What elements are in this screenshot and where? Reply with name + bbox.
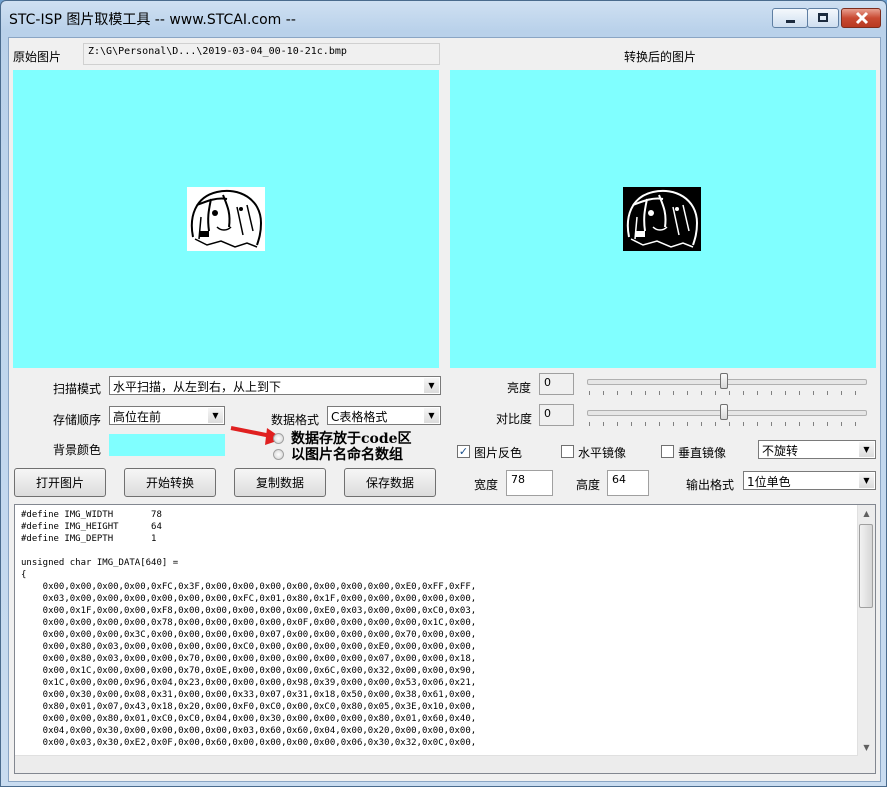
contrast-slider-thumb[interactable]	[720, 404, 728, 420]
scan-mode-value: 水平扫描，从左到右，从上到下	[113, 380, 282, 394]
horizontal-scrollbar[interactable]	[15, 755, 858, 773]
save-data-button[interactable]: 保存数据	[344, 468, 436, 497]
image-path-field: Z:\G\Personal\D...\2019-03-04_00-10-21c.…	[83, 43, 440, 65]
data-format-value: C表格格式	[331, 410, 388, 424]
maximize-icon	[818, 13, 828, 22]
chevron-down-icon: ▼	[859, 473, 874, 488]
title-bar: STC-ISP 图片取模工具 -- www.STCAI.com --	[1, 1, 886, 35]
minimize-icon	[786, 20, 795, 23]
close-button[interactable]	[841, 8, 881, 28]
horizontal-mirror-checkbox[interactable]	[561, 445, 574, 458]
vertical-scrollbar[interactable]: ▲ ▼	[857, 505, 875, 773]
converted-image-label: 转换后的图片	[624, 50, 697, 64]
output-format-select[interactable]: 1位单色 ▼	[743, 471, 876, 490]
chevron-down-icon: ▼	[859, 442, 874, 457]
brightness-label: 亮度	[507, 381, 532, 395]
contrast-value: 0	[539, 404, 574, 426]
scrollbar-thumb[interactable]	[859, 524, 873, 608]
width-label: 宽度	[474, 478, 499, 492]
vertical-mirror-checkbox[interactable]	[661, 445, 674, 458]
converted-image-panel	[450, 70, 876, 368]
scroll-up-icon[interactable]: ▲	[858, 505, 875, 522]
scan-mode-select[interactable]: 水平扫描，从左到右，从上到下 ▼	[109, 376, 441, 395]
radio-code-area[interactable]	[273, 433, 284, 444]
height-label: 高度	[576, 478, 601, 492]
background-color-swatch[interactable]	[109, 434, 225, 456]
contrast-ticks	[589, 422, 865, 426]
chevron-down-icon: ▼	[424, 408, 439, 423]
original-image-panel	[13, 70, 439, 368]
original-image-label: 原始图片	[13, 50, 62, 64]
start-convert-button[interactable]: 开始转换	[124, 468, 216, 497]
scan-mode-label: 扫描模式	[53, 382, 102, 396]
contrast-label: 对比度	[496, 412, 533, 426]
storage-order-value: 高位在前	[113, 410, 162, 424]
radio-name-array[interactable]	[273, 449, 284, 460]
vertical-mirror-label: 垂直镜像	[678, 446, 727, 460]
maximize-button[interactable]	[807, 8, 839, 28]
open-image-button[interactable]: 打开图片	[14, 468, 106, 497]
code-text: #define IMG_WIDTH 78 #define IMG_HEIGHT …	[21, 510, 477, 748]
radio-name-array-label: 以图片名命名数组	[291, 447, 403, 463]
rotate-value: 不旋转	[762, 444, 799, 458]
invert-checkbox[interactable]: ✓	[457, 445, 470, 458]
checkmark-icon: ✓	[458, 445, 469, 458]
output-format-label: 输出格式	[686, 478, 735, 492]
window-title: STC-ISP 图片取模工具 -- www.STCAI.com --	[9, 12, 296, 28]
chevron-down-icon: ▼	[424, 378, 439, 393]
chevron-down-icon: ▼	[208, 408, 223, 423]
data-format-select[interactable]: C表格格式 ▼	[327, 406, 441, 425]
minimize-button[interactable]	[772, 8, 808, 28]
client-area: 原始图片 Z:\G\Personal\D...\2019-03-04_00-10…	[8, 37, 881, 782]
output-format-value: 1位单色	[747, 475, 791, 489]
brightness-ticks	[589, 391, 865, 395]
background-color-label: 背景颜色	[53, 443, 102, 457]
converted-image-preview	[623, 187, 701, 251]
scroll-down-icon[interactable]: ▼	[858, 739, 875, 756]
horizontal-mirror-label: 水平镜像	[578, 446, 627, 460]
code-output-area[interactable]: #define IMG_WIDTH 78 #define IMG_HEIGHT …	[14, 504, 876, 774]
brightness-value: 0	[539, 373, 574, 395]
original-image-preview	[187, 187, 265, 251]
invert-label: 图片反色	[474, 446, 523, 460]
close-icon	[855, 11, 869, 25]
height-input[interactable]: 64	[607, 470, 649, 496]
app-window: STC-ISP 图片取模工具 -- www.STCAI.com -- 原始图片 …	[0, 0, 887, 787]
width-input[interactable]: 78	[506, 470, 553, 496]
copy-data-button[interactable]: 复制数据	[234, 468, 326, 497]
rotate-select[interactable]: 不旋转 ▼	[758, 440, 876, 459]
storage-order-label: 存储顺序	[53, 413, 102, 427]
brightness-slider-thumb[interactable]	[720, 373, 728, 389]
storage-order-select[interactable]: 高位在前 ▼	[109, 406, 225, 425]
